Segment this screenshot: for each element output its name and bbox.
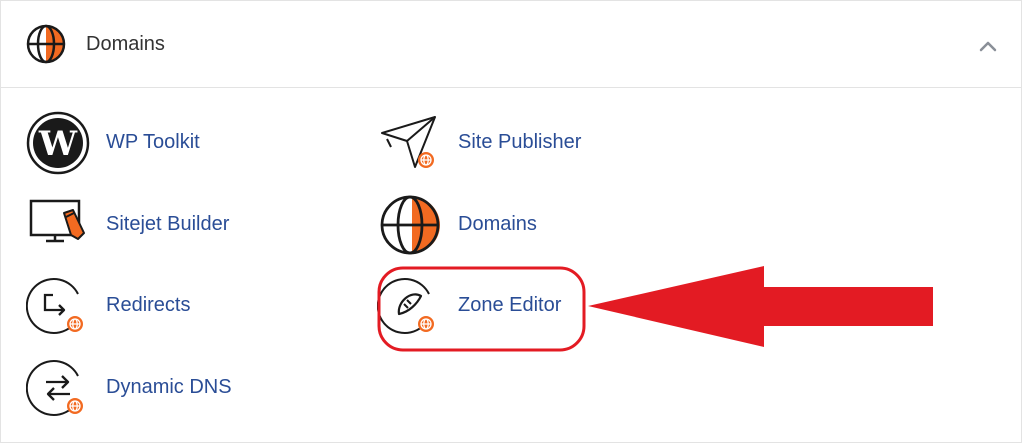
zone-editor-icon — [377, 278, 434, 334]
redirect-icon — [26, 278, 83, 334]
item-label: Dynamic DNS — [106, 376, 232, 398]
sitejet-builder-link[interactable]: Sitejet Builder — [26, 193, 246, 257]
item-label: Zone Editor — [458, 294, 562, 316]
monitor-pencil-icon — [29, 199, 85, 243]
chevron-up-icon[interactable] — [973, 31, 1003, 61]
item-label: Redirects — [106, 294, 191, 316]
paper-plane-icon — [381, 116, 436, 168]
section-title: Domains — [86, 33, 165, 55]
item-label: Sitejet Builder — [106, 213, 230, 235]
domains-panel: Domains W WP Toolkit Site Publisher Site… — [0, 0, 1022, 443]
wp-toolkit-link[interactable]: W WP Toolkit — [26, 111, 216, 175]
zone-editor-link[interactable]: Zone Editor — [377, 274, 577, 338]
redirects-link[interactable]: Redirects — [26, 274, 216, 338]
globe-icon — [380, 195, 440, 255]
item-label: Domains — [458, 213, 537, 235]
svg-text:W: W — [38, 124, 78, 164]
panel-header[interactable]: Domains — [1, 1, 1021, 88]
domains-link[interactable]: Domains — [377, 193, 567, 257]
site-publisher-link[interactable]: Site Publisher — [377, 111, 597, 175]
item-label: WP Toolkit — [106, 131, 200, 153]
wordpress-icon: W — [26, 111, 90, 175]
dynamic-dns-link[interactable]: Dynamic DNS — [26, 356, 246, 420]
item-label: Site Publisher — [458, 131, 582, 153]
globe-icon — [26, 24, 66, 64]
dynamic-dns-icon — [26, 360, 83, 416]
